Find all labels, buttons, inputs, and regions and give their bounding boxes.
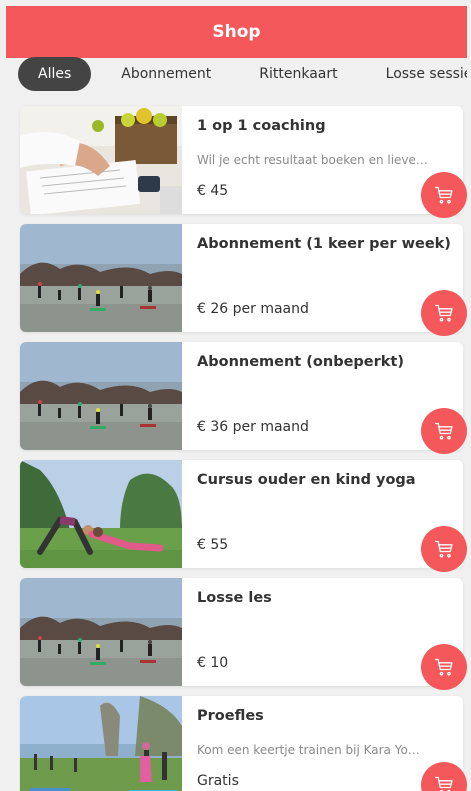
add-to-cart-button[interactable] [421, 408, 467, 454]
add-to-cart-button[interactable] [421, 290, 467, 336]
app-header: Shop [6, 6, 467, 58]
product-description: Wil je echt resultaat boeken en lieve… [197, 153, 428, 167]
shopping-cart-icon [435, 186, 453, 204]
add-to-cart-button[interactable] [421, 762, 467, 791]
product-price: € 45 [197, 183, 229, 199]
add-to-cart-button[interactable] [421, 172, 467, 218]
product-card[interactable]: Abonnement (onbeperkt) € 36 per maand [20, 342, 467, 454]
product-image-coaching [20, 106, 182, 214]
tab-losse-sessie[interactable]: Losse sessie [370, 57, 467, 91]
shopping-cart-icon [435, 422, 453, 440]
product-image-outdoor-yoga [20, 578, 182, 686]
shopping-cart-icon [435, 776, 453, 791]
product-card[interactable]: 1 op 1 coaching Wil je echt resultaat bo… [20, 106, 467, 218]
product-price: € 26 per maand [197, 301, 309, 317]
product-title: Abonnement (1 keer per week) [197, 236, 451, 252]
shopping-cart-icon [435, 304, 453, 322]
add-to-cart-button[interactable] [421, 526, 467, 572]
product-title: 1 op 1 coaching [197, 118, 326, 134]
product-price: € 36 per maand [197, 419, 309, 435]
product-card[interactable]: Cursus ouder en kind yoga € 55 [20, 460, 467, 572]
tab-abonnement[interactable]: Abonnement [105, 57, 227, 91]
product-title: Cursus ouder en kind yoga [197, 472, 416, 488]
product-price: € 10 [197, 655, 229, 671]
product-image-outdoor-yoga [20, 224, 182, 332]
product-description: Kom een keertje trainen bij Kara Yo… [197, 743, 420, 757]
tab-alles[interactable]: Alles [18, 57, 92, 91]
page-title: Shop [212, 22, 261, 42]
tab-rittenkaart[interactable]: Rittenkaart [243, 57, 353, 91]
shopping-cart-icon [435, 658, 453, 676]
product-price: € 55 [197, 537, 229, 553]
product-card[interactable]: Losse les € 10 [20, 578, 467, 690]
shopping-cart-icon [435, 540, 453, 558]
product-title: Proefles [197, 708, 264, 724]
product-image-lakeside-yoga [20, 696, 182, 791]
product-title: Losse les [197, 590, 272, 606]
product-price: Gratis [197, 773, 239, 789]
product-title: Abonnement (onbeperkt) [197, 354, 404, 370]
product-card[interactable]: Abonnement (1 keer per week) € 26 per ma… [20, 224, 467, 336]
product-image-outdoor-yoga [20, 342, 182, 450]
category-tabs: Alles Abonnement Rittenkaart Losse sessi… [18, 56, 467, 92]
add-to-cart-button[interactable] [421, 644, 467, 690]
product-card[interactable]: Proefles Kom een keertje trainen bij Kar… [20, 696, 467, 791]
product-list: 1 op 1 coaching Wil je echt resultaat bo… [20, 106, 467, 791]
product-image-parent-child-yoga [20, 460, 182, 568]
